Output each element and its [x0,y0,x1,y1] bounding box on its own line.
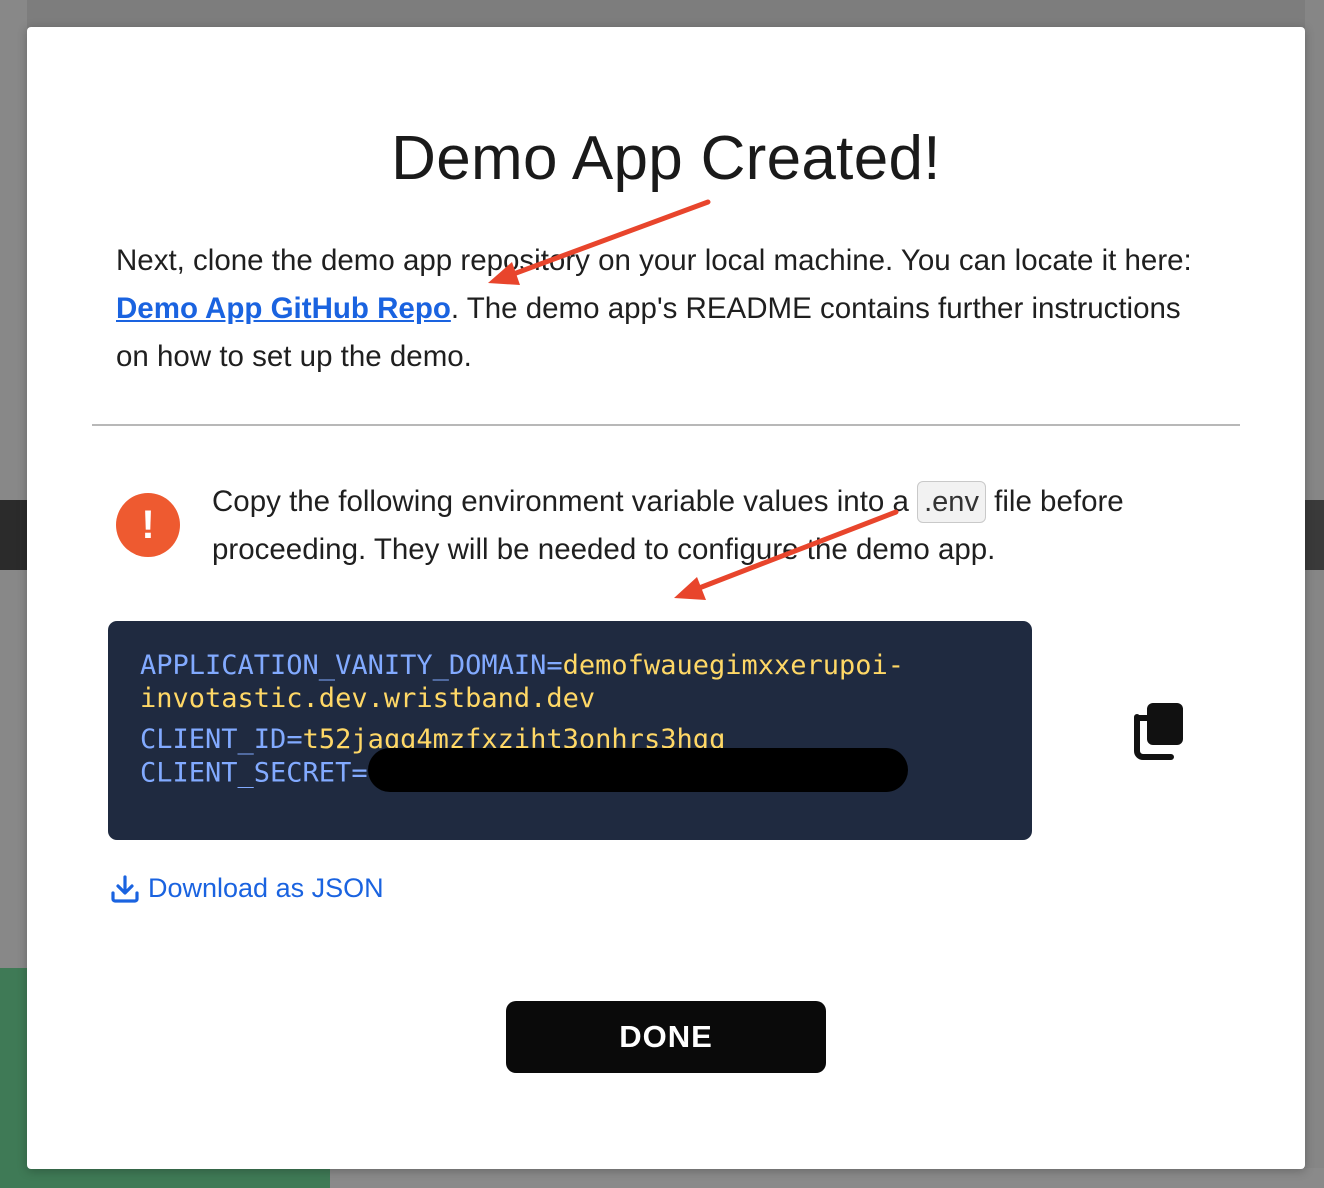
env-variables-code-block: APPLICATION_VANITY_DOMAIN=demofwauegimxx… [108,621,1032,840]
env-value-domain-1: demofwauegimxxerupoi- [562,650,905,681]
equals-sign: = [546,650,563,681]
background-dark-band [1305,500,1324,570]
equals-sign: = [286,724,303,755]
equals-sign: = [351,757,368,789]
modal-title: Demo App Created! [391,124,941,193]
exclamation-icon: ! [116,493,180,557]
download-icon [111,874,139,903]
background-dark-band [0,500,27,570]
env-key-client-id: CLIENT_ID [140,724,287,755]
env-warning-before: Copy the following environment variable … [212,485,918,518]
intro-text-before: Next, clone the demo app repository on y… [116,244,1192,277]
env-file-chip: .env [917,481,986,523]
code-line-domain-cont: invotastic.dev.wristband.dev [140,682,1000,715]
code-line-domain: APPLICATION_VANITY_DOMAIN=demofwauegimxx… [140,649,1000,682]
demo-app-created-modal: Demo App Created! Next, clone the demo a… [27,27,1305,1169]
background-bottom-strip [330,1168,1324,1188]
section-divider [92,424,1240,426]
background-right-panel [1305,0,1324,1188]
download-json-label: Download as JSON [148,873,384,903]
redacted-secret [367,748,908,792]
env-key-client-secret: CLIENT_SECRET [140,757,352,789]
env-warning-text: Copy the following environment variable … [212,478,1212,574]
intro-text: Next, clone the demo app repository on y… [116,237,1206,381]
env-value-domain-2: invotastic.dev.wristband.dev [140,683,596,714]
done-button[interactable]: DONE [506,1001,826,1073]
download-json-link[interactable]: Download as JSON [110,873,384,904]
copy-icon[interactable] [1133,701,1187,761]
demo-app-repo-link[interactable]: Demo App GitHub Repo [116,292,451,325]
code-line-client-secret: CLIENT_SECRET= [140,748,1000,792]
env-key-domain: APPLICATION_VANITY_DOMAIN [140,650,547,681]
